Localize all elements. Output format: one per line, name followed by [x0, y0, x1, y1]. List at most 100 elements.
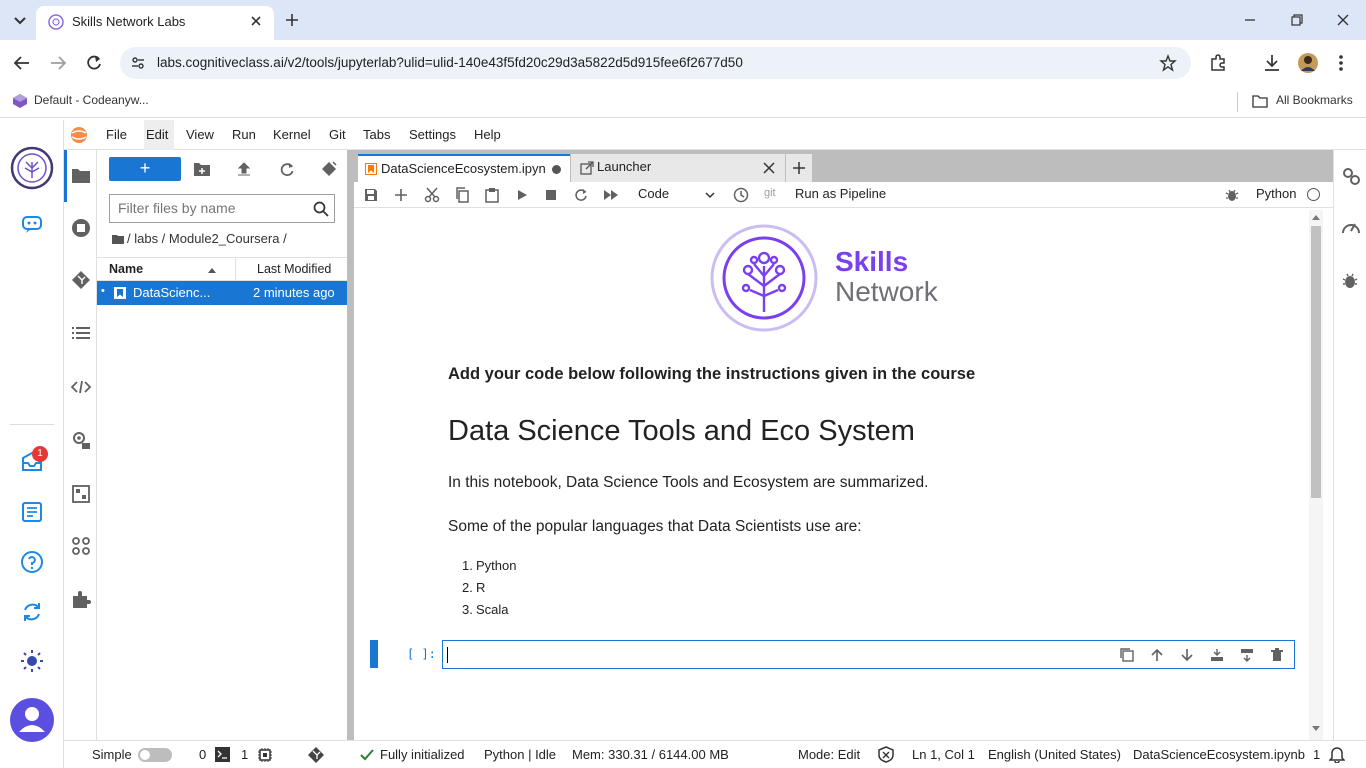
debugger-icon[interactable]: [1342, 272, 1358, 290]
property-inspector-icon[interactable]: [1341, 166, 1361, 186]
pipeline-components-icon[interactable]: [71, 484, 91, 504]
code-snippets-icon[interactable]: [71, 378, 91, 396]
kernel-chip-icon[interactable]: [257, 747, 273, 763]
duplicate-cell-icon[interactable]: [1120, 648, 1134, 662]
debugger-bug-icon[interactable]: [1225, 187, 1239, 203]
refresh-icon[interactable]: [279, 161, 295, 177]
close-window-icon[interactable]: [1335, 12, 1351, 28]
lsp-status[interactable]: Fully initialized: [380, 747, 465, 762]
tab-search-icon[interactable]: [8, 10, 32, 30]
delete-cell-icon[interactable]: [1270, 648, 1284, 662]
clock-icon[interactable]: [733, 187, 749, 203]
running-sessions-icon[interactable]: [71, 218, 91, 238]
ai-assistant-icon[interactable]: [20, 212, 44, 236]
menu-tabs[interactable]: Tabs: [363, 127, 390, 142]
close-tab-icon[interactable]: [248, 13, 264, 29]
terminals-count[interactable]: 0: [199, 747, 206, 762]
scrollbar-thumb[interactable]: [1311, 226, 1321, 498]
theme-sun-icon[interactable]: [20, 649, 44, 673]
scroll-down-arrow-icon[interactable]: [1312, 726, 1320, 732]
menu-edit[interactable]: Edit: [146, 127, 168, 142]
menu-kernel[interactable]: Kernel: [273, 127, 311, 142]
panel-splitter[interactable]: [347, 150, 354, 740]
browser-tab[interactable]: Skills Network Labs: [36, 6, 274, 40]
menu-kebab-icon[interactable]: [1336, 53, 1346, 73]
chevron-down-icon[interactable]: [705, 191, 715, 199]
sync-icon[interactable]: [20, 600, 44, 624]
new-tab-icon[interactable]: [284, 12, 300, 28]
unsaved-dot-icon[interactable]: [552, 165, 561, 174]
extensions-grid-icon[interactable]: [71, 536, 91, 556]
run-cell-icon[interactable]: [516, 189, 528, 201]
column-last-modified[interactable]: Last Modified: [257, 262, 331, 276]
cell-type-select[interactable]: Code: [638, 186, 669, 201]
simple-mode-toggle[interactable]: [138, 748, 172, 762]
kernels-count[interactable]: 1: [241, 747, 248, 762]
profile-avatar[interactable]: [1297, 52, 1319, 74]
runtime-settings-icon[interactable]: [71, 430, 91, 450]
kernel-status[interactable]: Python | Idle: [484, 747, 556, 762]
user-account-icon[interactable]: [10, 698, 54, 742]
move-down-icon[interactable]: [1180, 648, 1194, 662]
new-folder-icon[interactable]: [193, 161, 211, 177]
all-bookmarks[interactable]: All Bookmarks: [1276, 93, 1353, 107]
breadcrumb[interactable]: / labs / Module2_Coursera /: [127, 231, 287, 246]
cut-icon[interactable]: [424, 187, 440, 203]
filter-files-box[interactable]: [109, 194, 335, 223]
file-row[interactable]: • DataScienc... 2 minutes ago: [97, 281, 347, 305]
site-info-icon[interactable]: [130, 55, 146, 71]
menu-file[interactable]: File: [106, 127, 127, 142]
file-browser-icon[interactable]: [71, 166, 91, 184]
menu-view[interactable]: View: [186, 127, 214, 142]
bookmark-star-icon[interactable]: [1159, 54, 1177, 72]
save-icon[interactable]: [364, 188, 378, 202]
restart-run-all-icon[interactable]: [603, 188, 619, 202]
menu-run[interactable]: Run: [232, 127, 256, 142]
git-clone-icon[interactable]: [321, 161, 337, 177]
table-of-contents-icon[interactable]: [71, 324, 91, 342]
terminal-icon[interactable]: [215, 747, 230, 762]
trusted-shield-icon[interactable]: [878, 746, 894, 763]
add-tab-button[interactable]: [786, 154, 812, 182]
resource-usage-gauge-icon[interactable]: [1341, 218, 1361, 236]
back-icon[interactable]: [12, 54, 32, 72]
minimize-icon[interactable]: [1242, 12, 1258, 28]
close-launcher-icon[interactable]: [763, 162, 775, 174]
home-folder-icon[interactable]: [112, 234, 124, 244]
restart-kernel-icon[interactable]: [574, 188, 588, 202]
copy-icon[interactable]: [454, 187, 470, 203]
skills-network-logo-icon[interactable]: [10, 146, 54, 190]
spellcheck-language[interactable]: English (United States): [988, 747, 1121, 762]
code-cell-editor[interactable]: [442, 640, 1295, 669]
menu-help[interactable]: Help: [474, 127, 501, 142]
download-icon[interactable]: [1262, 53, 1282, 73]
insert-cell-icon[interactable]: [394, 188, 408, 202]
git-label[interactable]: git: [764, 187, 776, 199]
tab-launcher[interactable]: Launcher: [571, 154, 785, 182]
filter-files-input[interactable]: [118, 200, 304, 216]
kernel-name[interactable]: Python: [1256, 186, 1296, 201]
move-up-icon[interactable]: [1150, 648, 1164, 662]
scroll-up-arrow-icon[interactable]: [1312, 214, 1320, 220]
reload-icon[interactable]: [84, 53, 104, 73]
restore-icon[interactable]: [1289, 12, 1305, 28]
extension-manager-icon[interactable]: [71, 590, 91, 610]
git-status-icon[interactable]: [307, 746, 325, 764]
run-as-pipeline-button[interactable]: Run as Pipeline: [795, 186, 886, 201]
notification-bell-icon[interactable]: [1329, 746, 1345, 763]
notebook-scrollbar[interactable]: [1309, 210, 1323, 740]
column-name[interactable]: Name: [109, 262, 143, 276]
insert-below-icon[interactable]: [1240, 648, 1254, 662]
news-icon[interactable]: [20, 500, 44, 524]
menu-settings[interactable]: Settings: [409, 127, 456, 142]
git-panel-icon[interactable]: [71, 270, 91, 290]
forward-icon[interactable]: [48, 54, 68, 72]
menu-git[interactable]: Git: [329, 127, 346, 142]
upload-icon[interactable]: [236, 161, 252, 177]
help-icon[interactable]: [20, 550, 44, 574]
extensions-icon[interactable]: [1208, 53, 1228, 73]
new-launcher-button[interactable]: +: [109, 157, 181, 181]
interrupt-kernel-icon[interactable]: [546, 190, 556, 200]
insert-above-icon[interactable]: [1210, 648, 1224, 662]
active-cell-indicator[interactable]: [370, 640, 378, 668]
